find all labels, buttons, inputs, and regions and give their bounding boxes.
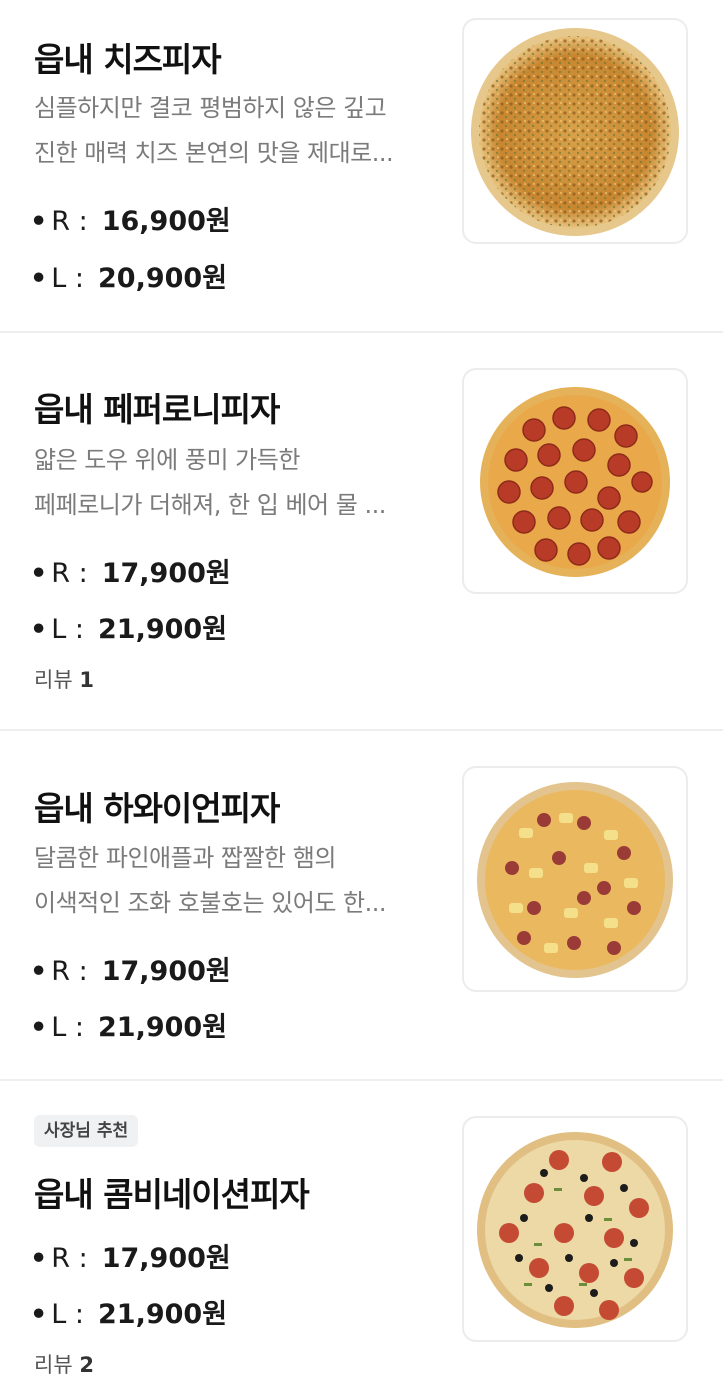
combination-pizza-image[interactable] [462,1116,688,1342]
cheese-pizza-image[interactable] [462,18,688,244]
price-row-regular: • R :17,900원 [30,558,231,589]
hawaiian-pizza-image[interactable] [462,766,688,992]
price-row-large: • L :20,900원 [30,263,228,294]
review-count[interactable]: 리뷰 2 [34,1349,94,1379]
menu-item-description: 얇은 도우 위에 풍미 가득한 페페로니가 더해져, 한 입 베어 물 ... [34,446,386,519]
menu-item-description: 달콤한 파인애플과 짭짤한 햄의 이색적인 조화 호불호는 있어도 한... [34,844,387,917]
menu-item-title: 읍내 콤비네이션피자 [34,1175,310,1214]
menu-item-description: 심플하지만 결코 평범하지 않은 깊고 진한 매력 치즈 본연의 맛을 제대로.… [34,94,394,167]
price-row-large: • L :21,900원 [30,1299,228,1330]
price-row-regular: • R :17,900원 [30,956,231,987]
price-row-large: • L :21,900원 [30,614,228,645]
price-row-regular: • R :16,900원 [30,206,231,237]
menu-item-title: 읍내 페퍼로니피자 [34,390,280,429]
menu-item-combination-pizza[interactable]: 사장님 추천 읍내 콤비네이션피자 • R :17,900원 • L :21,900… [0,1081,723,1393]
menu-item-cheese-pizza[interactable]: 읍내 치즈피자 심플하지만 결코 평범하지 않은 깊고 진한 매력 치즈 본연의… [0,0,723,333]
owner-recommend-badge: 사장님 추천 [34,1115,139,1147]
price-row-large: • L :21,900원 [30,1012,228,1043]
menu-item-pepperoni-pizza[interactable]: 읍내 페퍼로니피자 얇은 도우 위에 풍미 가득한 페페로니가 더해져, 한 입… [0,333,723,731]
pepperoni-pizza-image[interactable] [462,368,688,594]
menu-item-title: 읍내 치즈피자 [34,40,222,79]
review-count[interactable]: 리뷰 1 [34,664,94,694]
price-row-regular: • R :17,900원 [30,1243,231,1274]
menu-item-title: 읍내 하와이언피자 [34,789,280,828]
menu-item-hawaiian-pizza[interactable]: 읍내 하와이언피자 달콤한 파인애플과 짭짤한 햄의 이색적인 조화 호불호는 … [0,731,723,1081]
